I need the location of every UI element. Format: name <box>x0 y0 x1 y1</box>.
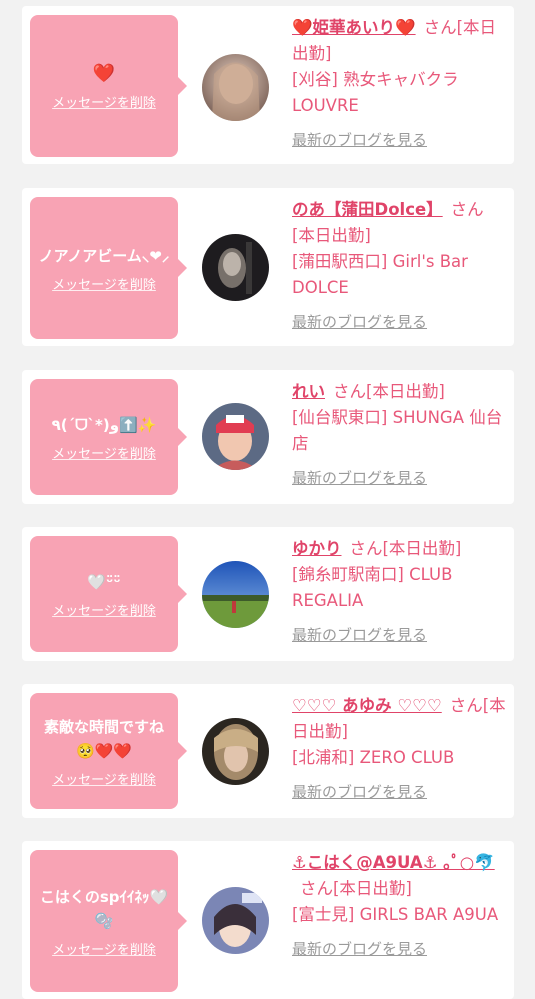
card-info: ⚓︎こはく@A9UA⚓︎ ｡ﾟ○🐬 さん[本日出勤] [富士見] GIRLS BA… <box>292 850 506 962</box>
shop-info: [富士見] GIRLS BAR A9UA <box>292 905 499 924</box>
message-card: 素敵な時間ですね🥺❤️❤️ メッセージを削除 ♡♡♡ あゆみ ♡♡♡ さん[本日出… <box>22 684 514 818</box>
message-bubble: 🤍ᵕ̈ᵕ̈ メッセージを削除 <box>30 536 187 652</box>
shop-info: [北浦和] ZERO CLUB <box>292 748 455 767</box>
latest-blog-link[interactable]: 最新のブログを見る <box>292 127 427 153</box>
message-text: こはくのspｲｲﾈｯ🤍🫧 <box>39 887 169 930</box>
shop-info: [仙台駅東口] SHUNGA 仙台店 <box>292 408 503 453</box>
delete-message-link[interactable]: メッセージを削除 <box>52 769 156 788</box>
message-text: ٩(ˊᗜˋ*)و⬆️✨ <box>51 415 157 434</box>
avatar[interactable] <box>202 403 269 470</box>
message-card: ノアノアビーム⸜❤︎⸝ メッセージを削除 のあ【蒲田Dolce】 さん[本日出勤]… <box>22 188 514 346</box>
card-info: ❤️姫華あいり❤️ さん[本日出勤] [刈谷] 熟女キャバクラ LOUVRE 最新… <box>292 15 506 153</box>
delete-message-link[interactable]: メッセージを削除 <box>52 600 156 619</box>
delete-message-link[interactable]: メッセージを削除 <box>52 274 156 293</box>
message-bubble: 素敵な時間ですね🥺❤️❤️ メッセージを削除 <box>30 693 187 809</box>
card-info: ♡♡♡ あゆみ ♡♡♡ さん[本日出勤] [北浦和] ZERO CLUB 最新のブ… <box>292 693 506 805</box>
avatar[interactable] <box>202 718 269 785</box>
message-card: ٩(ˊᗜˋ*)و⬆️✨ メッセージを削除 れい さん[本日出勤] [仙台駅東口] … <box>22 370 514 504</box>
cast-name-link[interactable]: ♡♡♡ あゆみ ♡♡♡ <box>292 696 442 715</box>
cast-status: さん[本日出勤] <box>300 879 412 898</box>
cast-name-link[interactable]: れい <box>292 382 325 401</box>
message-text: ノアノアビーム⸜❤︎⸝ <box>38 246 170 265</box>
cast-name-link[interactable]: ゆかり <box>292 539 342 558</box>
avatar[interactable] <box>202 887 269 954</box>
card-info: ゆかり さん[本日出勤] [錦糸町駅南口] CLUB REGALIA 最新のブログ… <box>292 536 506 648</box>
latest-blog-link[interactable]: 最新のブログを見る <box>292 936 427 962</box>
latest-blog-link[interactable]: 最新のブログを見る <box>292 779 427 805</box>
message-text: 🤍ᵕ̈ᵕ̈ <box>87 572 121 591</box>
message-card: 🤍ᵕ̈ᵕ̈ メッセージを削除 ゆかり さん[本日出勤] [錦糸町駅南口] CLUB… <box>22 527 514 661</box>
message-bubble: ノアノアビーム⸜❤︎⸝ メッセージを削除 <box>30 197 187 339</box>
avatar[interactable] <box>202 54 269 121</box>
shop-info: [刈谷] 熟女キャバクラ LOUVRE <box>292 70 459 115</box>
delete-message-link[interactable]: メッセージを削除 <box>52 939 156 958</box>
cast-name-link[interactable]: ❤️姫華あいり❤️ <box>292 18 416 37</box>
cast-status: さん[本日出勤] <box>349 539 462 558</box>
message-bubble: ٩(ˊᗜˋ*)و⬆️✨ メッセージを削除 <box>30 379 187 495</box>
message-card: ❤️ メッセージを削除 ❤️姫華あいり❤️ さん[本日出勤] [刈谷] 熟女キャバ… <box>22 6 514 164</box>
card-info: れい さん[本日出勤] [仙台駅東口] SHUNGA 仙台店 最新のブログを見る <box>292 379 506 491</box>
latest-blog-link[interactable]: 最新のブログを見る <box>292 622 427 648</box>
cast-name-link[interactable]: のあ【蒲田Dolce】 <box>292 200 443 219</box>
latest-blog-link[interactable]: 最新のブログを見る <box>292 309 427 335</box>
avatar[interactable] <box>202 561 269 628</box>
message-bubble: ❤️ メッセージを削除 <box>30 15 187 157</box>
avatar[interactable] <box>202 234 269 301</box>
message-card: こはくのspｲｲﾈｯ🤍🫧 メッセージを削除 ⚓︎こはく@A9UA⚓︎ ｡ﾟ○🐬 さ… <box>22 841 514 999</box>
latest-blog-link[interactable]: 最新のブログを見る <box>292 465 427 491</box>
message-text: 素敵な時間ですね🥺❤️❤️ <box>43 717 164 760</box>
delete-message-link[interactable]: メッセージを削除 <box>52 92 156 111</box>
card-info: のあ【蒲田Dolce】 さん[本日出勤] [蒲田駅西口] Girl's Bar D… <box>292 197 506 335</box>
message-text: ❤️ <box>92 62 116 84</box>
shop-info: [錦糸町駅南口] CLUB REGALIA <box>292 565 453 610</box>
delete-message-link[interactable]: メッセージを削除 <box>52 443 156 462</box>
cast-status: さん[本日出勤] <box>333 382 445 401</box>
shop-info: [蒲田駅西口] Girl's Bar DOLCE <box>292 252 468 297</box>
cast-name-link[interactable]: ⚓︎こはく@A9UA⚓︎ ｡ﾟ○🐬 <box>292 853 495 872</box>
message-bubble: こはくのspｲｲﾈｯ🤍🫧 メッセージを削除 <box>30 850 187 992</box>
